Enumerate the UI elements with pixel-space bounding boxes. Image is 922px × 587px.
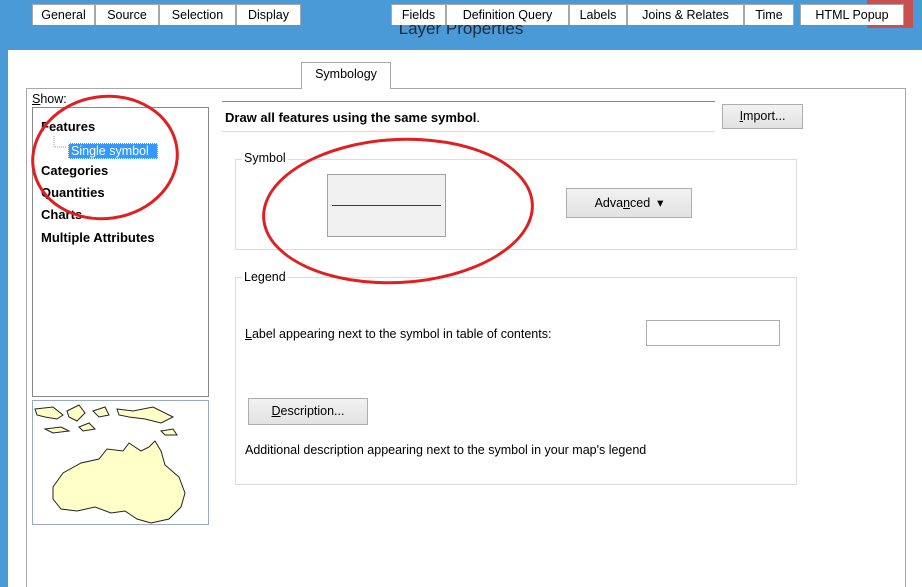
tree-item-multiple-attributes[interactable]: Multiple Attributes (41, 230, 155, 245)
tab-panel-right-edge (905, 88, 906, 587)
tab-general[interactable]: General (32, 4, 95, 25)
tab-selection[interactable]: Selection (159, 4, 236, 25)
tab-joins-relates[interactable]: Joins & Relates (627, 4, 744, 25)
symbol-group-label: Symbol (242, 151, 288, 165)
advanced-button[interactable]: Advanced ▾ (566, 188, 692, 218)
tab-time[interactable]: Time (744, 4, 794, 25)
description-button[interactable]: Description... (248, 398, 368, 425)
legend-group-label: Legend (242, 270, 288, 284)
import-button[interactable]: Import... (722, 104, 803, 129)
tab-html-popup[interactable]: HTML Popup (800, 4, 904, 25)
tab-display[interactable]: Display (236, 4, 301, 25)
legend-label-caption: Label appearing next to the symbol in ta… (245, 327, 552, 341)
legend-label-input[interactable] (646, 320, 780, 346)
additional-description-text: Additional description appearing next to… (245, 443, 647, 457)
tab-labels[interactable]: Labels (569, 4, 627, 25)
australia-map-icon (33, 401, 208, 524)
tab-definition-query[interactable]: Definition Query (446, 4, 569, 25)
dropdown-arrow-icon: ▾ (657, 196, 664, 210)
symbology-heading: Draw all features using the same symbol. (225, 110, 481, 125)
show-label: Show: (32, 92, 67, 106)
tab-divider (26, 88, 906, 89)
tab-panel-left-edge (26, 88, 27, 587)
tab-fields[interactable]: Fields (391, 4, 446, 25)
tab-source[interactable]: Source (95, 4, 159, 25)
tab-symbology[interactable]: Symbology (301, 62, 391, 89)
preview-map-thumbnail (32, 400, 209, 525)
